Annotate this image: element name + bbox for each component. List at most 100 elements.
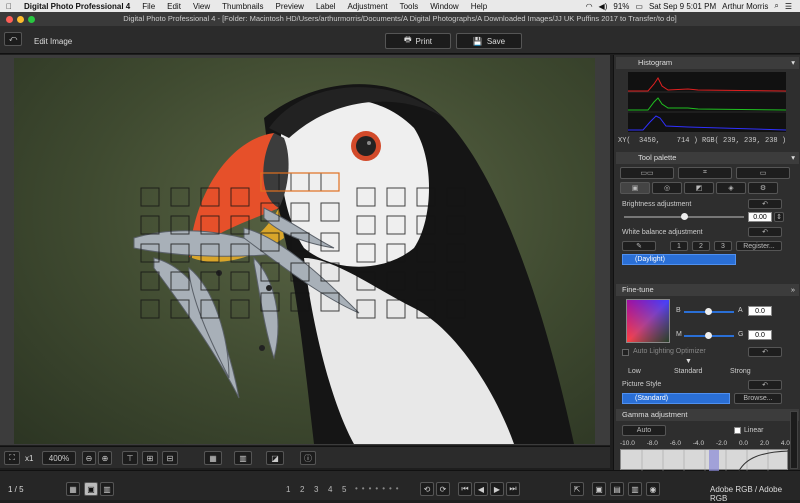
tool-tab-lens[interactable]: ▭ <box>736 167 790 179</box>
crop-tool-button[interactable]: ⊤ <box>122 451 138 465</box>
panel-scrollbar[interactable] <box>790 411 798 469</box>
info-button[interactable]: ⓘ <box>300 451 316 465</box>
list-icon[interactable]: ☰ <box>785 2 792 11</box>
panel-layout-3-button[interactable]: ▥ <box>628 482 642 496</box>
prev-image-button[interactable]: ◀ <box>474 482 488 496</box>
alo-checkbox[interactable] <box>622 349 629 356</box>
split-view-icon[interactable]: ▥ <box>100 482 114 496</box>
menu-edit[interactable]: Edit <box>161 2 187 11</box>
menu-label[interactable]: Label <box>310 2 342 11</box>
tool-tab-basic[interactable]: ▭▭ <box>620 167 674 179</box>
alo-indicator[interactable]: ▼ <box>685 358 692 365</box>
af-point-button[interactable]: ⊞ <box>142 451 158 465</box>
wb-preset-3[interactable]: 3 <box>714 241 732 251</box>
compare-button[interactable]: ▥ <box>234 451 252 465</box>
gamma-auto-button[interactable]: Auto <box>622 425 666 436</box>
brightness-reset-button[interactable]: ↶ <box>748 199 782 209</box>
subtab-tone[interactable]: ◎ <box>652 182 682 194</box>
battery-percent[interactable]: 91% <box>613 2 629 11</box>
alo-reset-button[interactable]: ↶ <box>748 347 782 357</box>
save-button[interactable]: 💾 Save <box>456 33 522 49</box>
finetune-header[interactable]: Fine-tune » <box>616 284 799 296</box>
subtab-color[interactable]: ◈ <box>716 182 746 194</box>
menu-thumbnails[interactable]: Thumbnails <box>216 2 269 11</box>
rating-5[interactable]: 5 <box>342 485 346 494</box>
color-wheel-picker[interactable] <box>626 299 670 343</box>
clock[interactable]: Sat Sep 9 5:01 PM <box>649 2 716 11</box>
tool-tab-crop[interactable]: ⌗ <box>678 167 732 179</box>
rating-1[interactable]: 1 <box>286 485 290 494</box>
user-name[interactable]: Arthur Morris <box>722 2 768 11</box>
search-icon[interactable]: ⌕ <box>774 1 778 11</box>
menu-preview[interactable]: Preview <box>270 2 310 11</box>
zoom-out-button[interactable]: ⊖ <box>82 451 96 465</box>
menu-view[interactable]: View <box>187 2 216 11</box>
wb-select[interactable]: (Daylight) <box>622 254 736 265</box>
zoom-select[interactable]: 400% <box>42 451 76 465</box>
g-value-field[interactable]: 0.0 <box>748 330 772 340</box>
subtab-curve[interactable]: ◩ <box>684 182 714 194</box>
menu-file[interactable]: File <box>136 2 161 11</box>
collapse-finetune-icon[interactable]: » <box>791 284 795 296</box>
puffin-photo[interactable] <box>14 58 595 444</box>
wb-preset-1[interactable]: 1 <box>670 241 688 251</box>
rotate-left-button[interactable]: ⟲ <box>420 482 434 496</box>
back-button[interactable]: ⤺ <box>4 32 22 46</box>
highlight-warning-button[interactable]: ◪ <box>266 451 284 465</box>
menu-help[interactable]: Help <box>465 2 493 11</box>
volume-icon[interactable]: ◀) <box>599 2 608 11</box>
print-button[interactable]: 🖶 Print <box>385 33 451 49</box>
brightness-stepper[interactable]: ⇕ <box>774 212 784 222</box>
rotate-right-button[interactable]: ⟳ <box>436 482 450 496</box>
app-menu[interactable]: Digital Photo Professional 4 <box>18 2 136 11</box>
wb-reset-button[interactable]: ↶ <box>748 227 782 237</box>
panel-layout-2-button[interactable]: ▤ <box>610 482 624 496</box>
gamma-header[interactable]: Gamma adjustment » <box>616 409 799 421</box>
rating-2[interactable]: 2 <box>300 485 304 494</box>
menu-window[interactable]: Window <box>424 2 464 11</box>
m-g-slider-thumb[interactable] <box>705 332 712 339</box>
zoom-x1-label[interactable]: x1 <box>25 454 33 463</box>
histogram-header[interactable]: Histogram ▾ <box>616 57 799 69</box>
linear-checkbox[interactable] <box>734 427 741 434</box>
menu-adjustment[interactable]: Adjustment <box>342 2 394 11</box>
picture-style-reset-button[interactable]: ↶ <box>748 380 782 390</box>
first-image-button[interactable]: ⏮ <box>458 482 472 496</box>
camera-button[interactable]: ◉ <box>646 482 660 496</box>
subtab-settings[interactable]: ⚙ <box>748 182 778 194</box>
layout-button[interactable]: ▦ <box>204 451 222 465</box>
transfer-button[interactable]: ⇱ <box>570 482 584 496</box>
collapse-histogram-icon[interactable]: ▾ <box>791 57 795 69</box>
close-window-icon[interactable] <box>6 16 13 23</box>
wb-register-button[interactable]: Register... <box>736 241 782 251</box>
tool-palette-header[interactable]: Tool palette ▾ <box>616 152 799 164</box>
wb-eyedropper-button[interactable]: ✎ <box>622 241 656 251</box>
grid-button[interactable]: ⊟ <box>162 451 178 465</box>
wifi-icon[interactable]: ◠ <box>586 2 593 11</box>
panel-layout-1-button[interactable]: ▣ <box>592 482 606 496</box>
gamma-curve-graph[interactable] <box>620 449 790 472</box>
subtab-brightness[interactable]: ▣ <box>620 182 650 194</box>
apple-menu-icon[interactable]:  <box>0 2 18 11</box>
minimize-window-icon[interactable] <box>17 16 24 23</box>
single-view-icon[interactable]: ▣ <box>84 482 98 496</box>
battery-icon[interactable]: ▭ <box>635 2 643 11</box>
b-a-slider-thumb[interactable] <box>705 308 712 315</box>
zoom-window-icon[interactable] <box>28 16 35 23</box>
browse-button[interactable]: Browse... <box>734 393 782 404</box>
brightness-slider-thumb[interactable] <box>681 213 688 220</box>
thumbnail-view-icon[interactable]: ▦ <box>66 482 80 496</box>
image-viewer[interactable] <box>0 55 610 445</box>
a-value-field[interactable]: 0.0 <box>748 306 772 316</box>
collapse-tool-palette-icon[interactable]: ▾ <box>791 152 795 164</box>
next-image-button[interactable]: ▶ <box>490 482 504 496</box>
fit-to-window-button[interactable]: ⛶ <box>4 451 20 465</box>
rating-3[interactable]: 3 <box>314 485 318 494</box>
zoom-in-button[interactable]: ⊕ <box>98 451 112 465</box>
brightness-value-field[interactable]: 0.00 <box>748 212 772 222</box>
last-image-button[interactable]: ⏭ <box>506 482 520 496</box>
picture-style-select[interactable]: (Standard) <box>622 393 730 404</box>
menu-tools[interactable]: Tools <box>394 2 425 11</box>
rating-4[interactable]: 4 <box>328 485 332 494</box>
wb-preset-2[interactable]: 2 <box>692 241 710 251</box>
